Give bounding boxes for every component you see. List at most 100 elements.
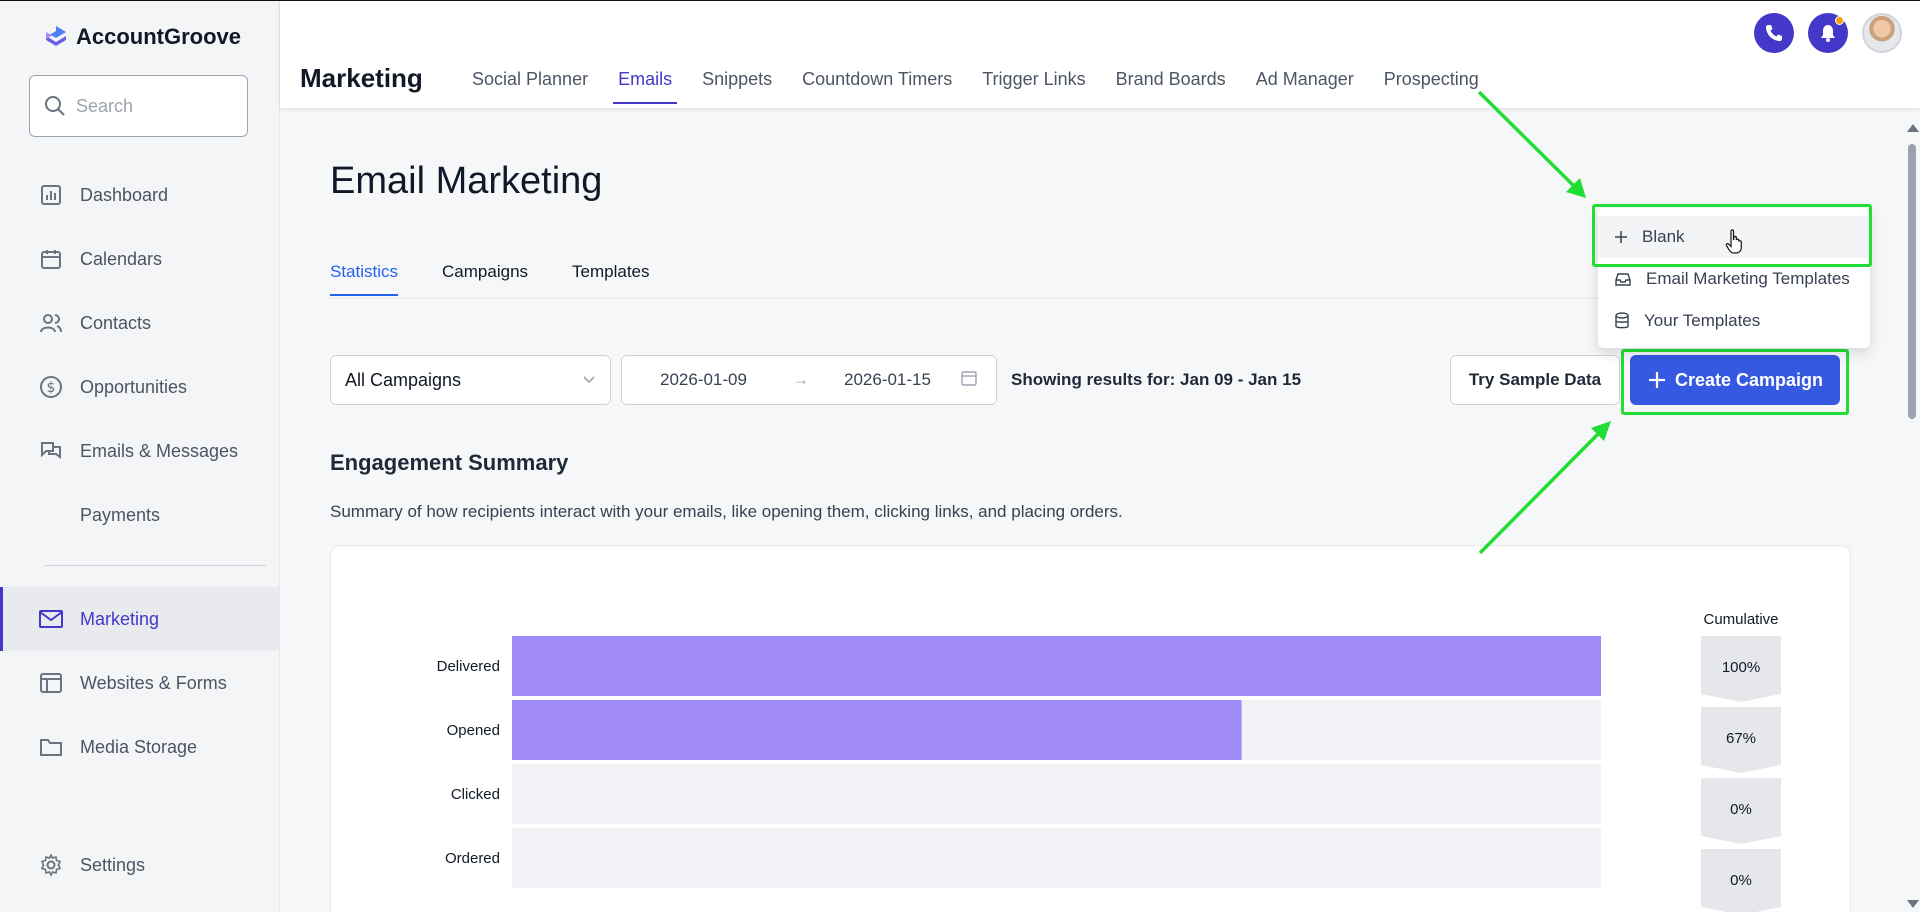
try-sample-data-button[interactable]: Try Sample Data [1450, 355, 1620, 405]
sidebar: AccountGroove Search Dashboard Calendars… [0, 1, 280, 912]
menu-item-label: Your Templates [1644, 311, 1761, 330]
sidebar-item-label: Media Storage [80, 736, 198, 757]
calendar-icon [960, 369, 978, 392]
tab-brand-boards[interactable]: Brand Boards [1101, 53, 1241, 104]
app-name: AccountGroove [76, 24, 242, 49]
search-input[interactable]: Search [29, 75, 248, 137]
database-icon [1615, 312, 1629, 329]
menu-item-label: Email Marketing Templates [1646, 269, 1850, 288]
top-bar: Marketing Social Planner Emails Snippets… [280, 1, 1920, 108]
summary-title: Engagement Summary [330, 450, 569, 475]
category-label: Opened [447, 722, 500, 739]
bar-delivered [512, 636, 1601, 696]
sidebar-item-label: Dashboard [80, 184, 169, 205]
search-icon [45, 96, 65, 116]
logo-icon [46, 26, 66, 46]
phone-button[interactable] [1754, 13, 1794, 53]
campaign-select-value: All Campaigns [345, 369, 462, 390]
date-range-picker[interactable]: 2026-01-09 → 2026-01-15 [621, 355, 997, 405]
cumulative-value: 0% [1730, 872, 1752, 889]
notification-dot [1835, 16, 1844, 25]
menu-item-your-templates[interactable]: Your Templates [1598, 300, 1870, 342]
bar-track [512, 764, 1601, 824]
tab-campaigns[interactable]: Campaigns [442, 262, 528, 296]
scroll-up-arrow[interactable] [1907, 124, 1919, 132]
tab-templates[interactable]: Templates [572, 262, 649, 296]
sidebar-nav: Dashboard Calendars Contacts $ Opportuni… [0, 163, 280, 779]
tab-prospecting[interactable]: Prospecting [1369, 53, 1494, 104]
chat-icon [38, 438, 64, 464]
search-placeholder: Search [76, 95, 134, 116]
category-label: Ordered [445, 850, 500, 867]
users-icon [38, 310, 64, 336]
hand-cursor-icon [1725, 229, 1742, 254]
summary-description: Summary of how recipients interact with … [330, 502, 1123, 521]
chevron-down-icon [583, 376, 595, 384]
sidebar-divider [44, 565, 266, 566]
sidebar-item-opportunities[interactable]: $ Opportunities [0, 355, 280, 419]
cumulative-value: 67% [1726, 730, 1756, 747]
cumulative-title: Cumulative [1703, 611, 1778, 628]
annotation-arrow [1478, 428, 1604, 555]
sidebar-item-payments[interactable]: Payments [0, 483, 280, 547]
arrow-right-icon: → [792, 370, 809, 389]
mail-icon [38, 606, 64, 632]
annotation-arrowhead [1591, 421, 1611, 441]
sidebar-item-label: Marketing [80, 608, 160, 629]
sidebar-item-label: Opportunities [80, 376, 188, 397]
plus-icon [1648, 372, 1665, 388]
menu-item-email-marketing-templates[interactable]: Email Marketing Templates [1598, 258, 1870, 300]
tab-ad-manager[interactable]: Ad Manager [1241, 53, 1369, 104]
filters-bar: All Campaigns 2026-01-09 → 2026-01-15 Sh… [330, 355, 1301, 405]
tab-emails[interactable]: Emails [603, 53, 687, 104]
date-to[interactable]: 2026-01-15 [844, 370, 931, 390]
marketing-tabs: Social Planner Emails Snippets Countdown… [457, 53, 1494, 104]
scroll-thumb[interactable] [1908, 144, 1916, 419]
phone-icon [1766, 25, 1782, 41]
sidebar-item-label: Websites & Forms [80, 672, 227, 693]
plus-icon [1615, 231, 1627, 243]
category-label: Delivered [437, 658, 500, 675]
sidebar-item-dashboard[interactable]: Dashboard [0, 163, 280, 227]
page-title: Email Marketing [330, 160, 603, 202]
notifications-button[interactable] [1808, 13, 1848, 53]
app-logo[interactable]: AccountGroove [42, 23, 241, 51]
engagement-chart-card: Cumulative Delivered 100% Opened 67% Clicked 0… [330, 545, 1851, 912]
gear-icon [38, 852, 64, 878]
sidebar-item-emails-messages[interactable]: Emails & Messages [0, 419, 280, 483]
scroll-down-arrow[interactable] [1907, 900, 1919, 908]
tab-social-planner[interactable]: Social Planner [457, 53, 603, 104]
avatar[interactable] [1862, 13, 1902, 53]
sidebar-item-media-storage[interactable]: Media Storage [0, 715, 280, 779]
sidebar-item-contacts[interactable]: Contacts [0, 291, 280, 355]
campaign-select[interactable]: All Campaigns [330, 355, 611, 405]
bar-track [512, 828, 1601, 888]
tab-snippets[interactable]: Snippets [687, 53, 787, 104]
tab-trigger-links[interactable]: Trigger Links [967, 53, 1100, 104]
results-text: Showing results for: Jan 09 - Jan 15 [1011, 370, 1302, 389]
tab-countdown-timers[interactable]: Countdown Timers [787, 53, 967, 104]
bell-icon [1821, 25, 1835, 42]
cumulative-value: 0% [1730, 801, 1752, 818]
sidebar-item-label: Settings [80, 854, 146, 875]
svg-text:$: $ [47, 380, 56, 396]
sidebar-item-label: Payments [80, 504, 161, 525]
email-marketing-tabs: Statistics Campaigns Templates [330, 262, 650, 296]
bar-opened [512, 700, 1242, 760]
date-from[interactable]: 2026-01-09 [660, 370, 747, 390]
engagement-chart: Cumulative Delivered 100% Opened 67% Clicked 0… [437, 611, 1781, 912]
folder-icon [38, 734, 64, 760]
page-scrollbar[interactable] [1904, 120, 1920, 912]
sidebar-item-label: Calendars [80, 248, 163, 269]
sidebar-item-marketing[interactable]: Marketing [0, 587, 280, 651]
browser-icon [38, 670, 64, 696]
menu-item-label: Blank [1642, 227, 1685, 246]
calendar-icon [38, 246, 64, 272]
sidebar-item-websites-forms[interactable]: Websites & Forms [0, 651, 280, 715]
sidebar-item-settings[interactable]: Settings [0, 833, 280, 897]
chart-icon [38, 182, 64, 208]
tab-statistics[interactable]: Statistics [330, 262, 399, 296]
create-campaign-button[interactable]: Create Campaign [1630, 355, 1840, 405]
dollar-icon: $ [38, 374, 64, 400]
sidebar-item-calendars[interactable]: Calendars [0, 227, 280, 291]
